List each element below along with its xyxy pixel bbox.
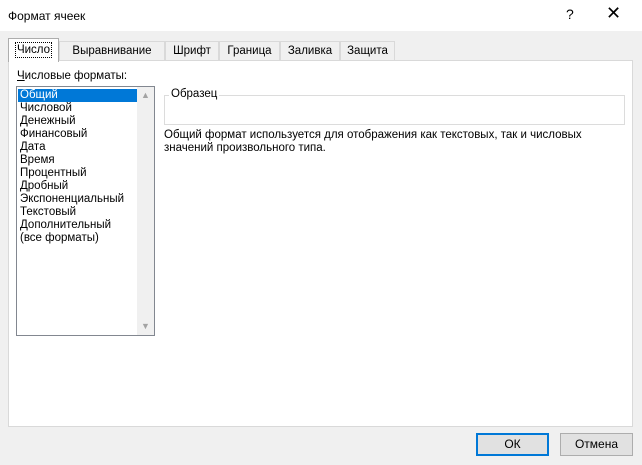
- tab-font[interactable]: Шрифт: [165, 41, 219, 60]
- number-format-list[interactable]: Общий Числовой Денежный Финансовый Дата Время…: [16, 86, 155, 336]
- tab-number[interactable]: Число: [8, 38, 59, 62]
- number-formats-label: Числовые форматы:: [17, 70, 128, 82]
- scroll-down-icon[interactable]: ▼: [137, 318, 154, 335]
- ok-button[interactable]: ОК: [476, 433, 549, 456]
- list-item[interactable]: Общий: [18, 89, 137, 102]
- list-item[interactable]: Числовой: [18, 102, 137, 115]
- list-item[interactable]: Финансовый: [18, 128, 137, 141]
- tab-protection[interactable]: Защита: [340, 41, 395, 60]
- tab-border[interactable]: Граница: [219, 41, 280, 60]
- tab-alignment[interactable]: Выравнивание: [59, 41, 165, 60]
- window-title: Формат ячеек: [8, 9, 86, 23]
- list-scrollbar[interactable]: ▲ ▼: [137, 87, 154, 335]
- cancel-button[interactable]: Отмена: [560, 433, 633, 456]
- list-item[interactable]: Дополнительный: [18, 219, 137, 232]
- list-item[interactable]: Процентный: [18, 167, 137, 180]
- tab-fill[interactable]: Заливка: [280, 41, 340, 60]
- sample-label: Образец: [169, 88, 220, 100]
- sample-group: Образец: [164, 88, 625, 125]
- title-bar: Формат ячеек ? ✕: [0, 0, 642, 31]
- number-tab-panel: Числовые форматы: Общий Числовой Денежный Ф…: [8, 60, 633, 427]
- help-button[interactable]: ?: [566, 6, 574, 22]
- list-item[interactable]: Дата: [18, 141, 137, 154]
- list-item[interactable]: Текстовый: [18, 206, 137, 219]
- scroll-up-icon[interactable]: ▲: [137, 87, 154, 104]
- list-item[interactable]: Время: [18, 154, 137, 167]
- close-button[interactable]: ✕: [606, 3, 621, 23]
- list-item[interactable]: Экспоненциальный: [18, 193, 137, 206]
- list-item[interactable]: Дробный: [18, 180, 137, 193]
- format-description: Общий формат используется для отображени…: [164, 129, 582, 154]
- list-item[interactable]: (все форматы): [18, 232, 137, 245]
- list-item[interactable]: Денежный: [18, 115, 137, 128]
